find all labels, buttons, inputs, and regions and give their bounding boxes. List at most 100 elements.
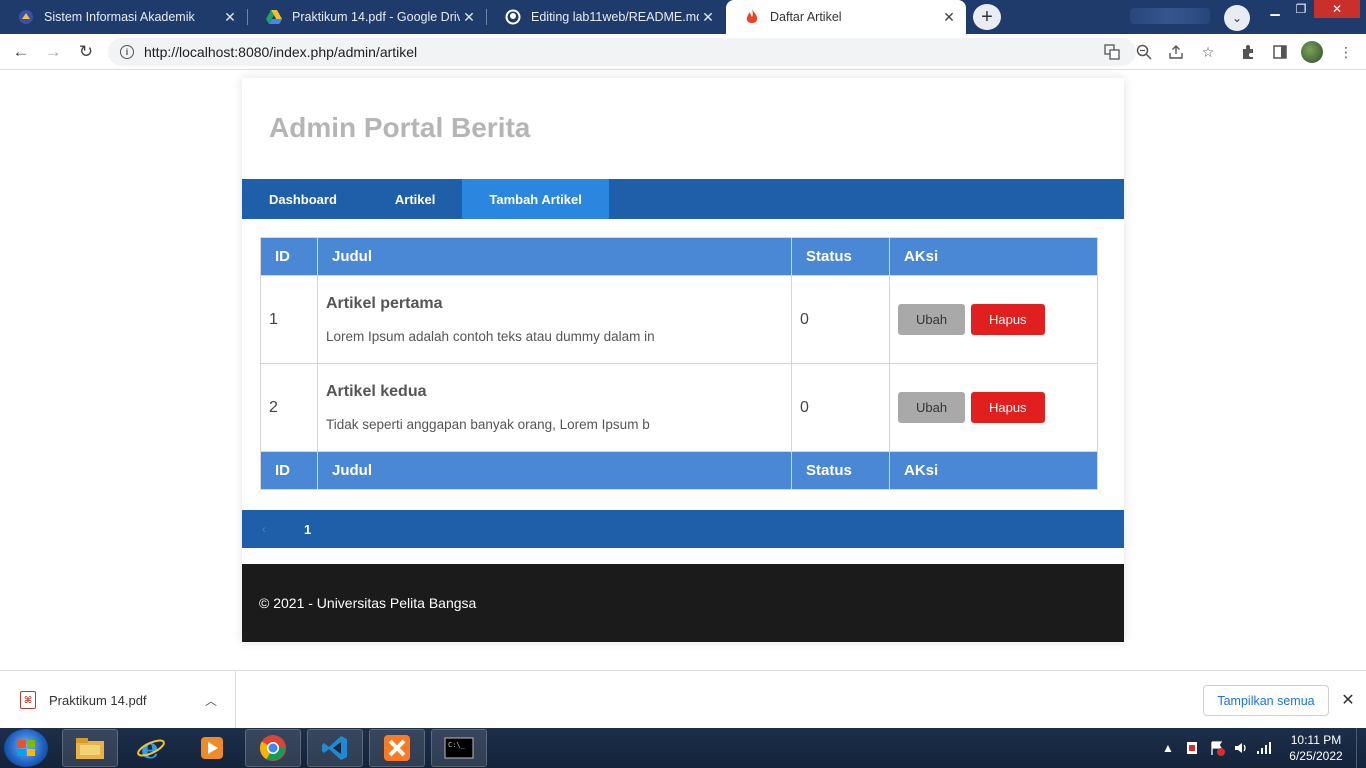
tab-daftar-artikel[interactable]: Daftar Artikel ✕ — [726, 0, 966, 34]
cell-status: 0 — [791, 275, 890, 364]
codeigniter-flame-icon — [744, 9, 760, 25]
tab-sistem-informasi[interactable]: Sistem Informasi Akademik ✕ — [0, 0, 247, 34]
translate-icon[interactable] — [1102, 42, 1122, 62]
svg-text:e: e — [141, 733, 159, 763]
info-icon[interactable]: i — [120, 45, 134, 59]
pagination-page-1[interactable]: 1 — [304, 522, 311, 537]
media-player-icon[interactable] — [184, 729, 240, 767]
column-footer-id: ID — [260, 451, 318, 490]
tab-title: Praktikum 14.pdf - Google Drive — [292, 10, 460, 24]
table-row: 2 Artikel kedua Tidak seperti anggapan b… — [260, 363, 1098, 452]
side-panel-icon[interactable] — [1270, 42, 1290, 62]
tray-app-icon[interactable] — [1184, 728, 1200, 768]
menu-kebab-icon[interactable]: ⋮ — [1336, 42, 1356, 62]
site-title: Admin Portal Berita — [269, 112, 531, 143]
tab-title: Editing lab11web/README.md at — [531, 10, 699, 24]
tab-google-drive[interactable]: Praktikum 14.pdf - Google Drive ✕ — [248, 0, 486, 34]
xampp-icon[interactable] — [369, 729, 425, 767]
page-viewport: Admin Portal Berita Dashboard Artikel Ta… — [0, 70, 1366, 670]
close-icon[interactable]: ✕ — [221, 9, 239, 26]
table-footer-row: ID Judul Status AKsi — [260, 451, 1098, 490]
tab-title: Daftar Artikel — [770, 10, 842, 24]
restore-icon[interactable]: ❐ — [1288, 0, 1314, 18]
profile-avatar[interactable] — [1301, 41, 1323, 63]
chrome-icon[interactable] — [245, 729, 301, 767]
clock-date: 6/25/2022 — [1289, 749, 1343, 763]
cell-status: 0 — [791, 363, 890, 452]
windows-taskbar: e C:\_ ▲ 10:11 PM 6/25/2022 — [0, 728, 1366, 768]
pagination: ‹ 1 — [242, 510, 1124, 548]
edit-button[interactable]: Ubah — [898, 304, 966, 335]
browser-toolbar: ← → ↻ i http://localhost:8080/index.php/… — [0, 34, 1366, 70]
github-icon — [505, 9, 521, 25]
new-tab-plus-icon[interactable]: + — [973, 4, 1001, 30]
blurred-region — [1130, 8, 1210, 24]
minimize-icon[interactable]: ▁ — [1262, 0, 1288, 18]
delete-button[interactable]: Hapus — [970, 392, 1045, 423]
cell-id: 1 — [260, 275, 318, 364]
close-icon[interactable]: ✕ — [940, 9, 958, 26]
column-header-aksi: AKsi — [889, 237, 1098, 276]
extensions-puzzle-icon[interactable] — [1238, 42, 1258, 62]
close-icon[interactable]: ✕ — [460, 9, 478, 26]
url-text[interactable]: http://localhost:8080/index.php/admin/ar… — [144, 44, 417, 60]
article-table: ID Judul Status AKsi 1 Artikel pertama L… — [260, 237, 1098, 490]
university-logo-icon — [18, 9, 34, 25]
article-list-section: ID Judul Status AKsi 1 Artikel pertama L… — [242, 219, 1124, 508]
delete-button[interactable]: Hapus — [970, 304, 1045, 335]
close-icon[interactable]: ✕ — [1338, 690, 1358, 710]
download-bar: ⌘ Praktikum 14.pdf ︿ Tampilkan semua ✕ — [0, 670, 1366, 729]
nav-dashboard[interactable]: Dashboard — [242, 179, 364, 219]
nav-artikel[interactable]: Artikel — [364, 179, 462, 219]
file-explorer-icon[interactable] — [62, 729, 118, 767]
volume-icon[interactable] — [1233, 728, 1249, 768]
system-clock[interactable]: 10:11 PM 6/25/2022 — [1284, 732, 1348, 764]
download-filename[interactable]: Praktikum 14.pdf — [49, 693, 201, 708]
bookmark-star-icon[interactable]: ☆ — [1198, 42, 1218, 62]
table-header-row: ID Judul Status AKsi — [260, 237, 1098, 276]
window-close-icon[interactable]: ✕ — [1314, 0, 1360, 18]
google-drive-icon — [266, 9, 282, 25]
table-row: 1 Artikel pertama Lorem Ipsum adalah con… — [260, 275, 1098, 364]
address-bar[interactable]: i http://localhost:8080/index.php/admin/… — [108, 38, 1136, 66]
internet-explorer-icon[interactable]: e — [123, 729, 179, 767]
column-header-id: ID — [260, 237, 318, 276]
article-title: Artikel pertama — [326, 295, 443, 312]
pagination-prev[interactable]: ‹ — [262, 522, 266, 536]
tab-title: Sistem Informasi Akademik — [44, 10, 195, 24]
vscode-icon[interactable] — [307, 729, 363, 767]
browser-tab-strip: Sistem Informasi Akademik ✕ Praktikum 14… — [0, 0, 1366, 34]
pdf-file-icon: ⌘ — [20, 691, 36, 709]
tab-github[interactable]: Editing lab11web/README.md at ✕ — [487, 0, 725, 34]
zoom-icon[interactable] — [1134, 42, 1154, 62]
windows-logo-icon — [17, 740, 35, 756]
column-header-judul: Judul — [317, 237, 792, 276]
tray-expand-icon[interactable]: ▲ — [1162, 728, 1174, 768]
reload-icon[interactable]: ↻ — [75, 41, 97, 63]
svg-text:C:\_: C:\_ — [448, 741, 466, 749]
chevron-up-icon[interactable]: ︿ — [201, 692, 221, 709]
site-footer: © 2021 - Universitas Pelita Bangsa — [242, 564, 1124, 642]
column-footer-judul: Judul — [317, 451, 792, 490]
cell-aksi: Ubah Hapus — [889, 363, 1098, 452]
main-nav: Dashboard Artikel Tambah Artikel — [242, 179, 1124, 219]
show-all-downloads-button[interactable]: Tampilkan semua — [1203, 685, 1329, 716]
download-item[interactable]: ⌘ Praktikum 14.pdf ︿ — [0, 671, 236, 729]
cell-aksi: Ubah Hapus — [889, 275, 1098, 364]
network-signal-icon[interactable] — [1256, 728, 1272, 768]
command-prompt-icon[interactable]: C:\_ — [431, 729, 487, 767]
tab-search-chevron-icon[interactable]: ⌄ — [1224, 5, 1250, 31]
article-excerpt: Tidak seperti anggapan banyak orang, Lor… — [326, 417, 650, 432]
column-footer-status: Status — [791, 451, 890, 490]
action-center-flag-icon[interactable] — [1209, 728, 1225, 768]
back-arrow-icon[interactable]: ← — [10, 41, 32, 63]
nav-tambah-artikel[interactable]: Tambah Artikel — [462, 179, 609, 219]
clock-time: 10:11 PM — [1290, 733, 1342, 747]
show-desktop-button[interactable] — [1356, 728, 1366, 768]
forward-arrow-icon[interactable]: → — [42, 41, 64, 63]
edit-button[interactable]: Ubah — [898, 392, 966, 423]
share-icon[interactable] — [1166, 42, 1186, 62]
cell-judul: Artikel kedua Tidak seperti anggapan ban… — [317, 363, 792, 452]
close-icon[interactable]: ✕ — [699, 9, 717, 26]
start-button[interactable] — [4, 729, 48, 767]
